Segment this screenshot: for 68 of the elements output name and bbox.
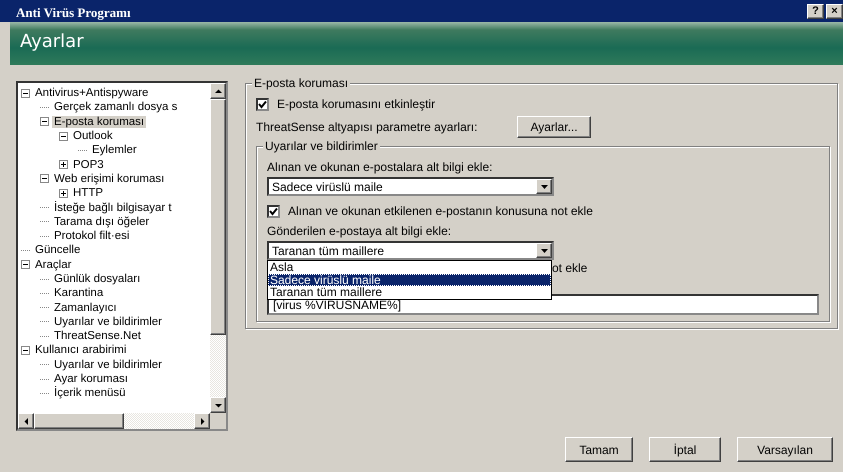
group-title: E-posta koruması — [252, 76, 350, 90]
tree-item[interactable]: İsteğe bağlı bilgisayar t — [52, 202, 174, 214]
tree-item[interactable]: POP3 — [71, 158, 106, 171]
scroll-down-button[interactable] — [210, 397, 226, 413]
tree-item[interactable]: Zamanlayıcı — [52, 302, 119, 314]
title-bar-button[interactable]: × — [826, 4, 843, 18]
tree-item[interactable]: Tarama dışı öğeler — [52, 216, 152, 228]
tree-item[interactable]: E-posta koruması — [52, 116, 146, 128]
dropdown[interactable]: Sadece virüslü maile — [267, 177, 554, 196]
checkbox-label: E-posta korumasını etkinleştir — [277, 97, 436, 111]
dialog-button[interactable]: Varsayılan — [737, 437, 833, 462]
field-label: Gönderilen e-postaya alt bilgi ekle: — [267, 224, 452, 238]
field-label: Alınan ve okunan e-postalara alt bilgi ekle: — [267, 160, 494, 174]
dialog-button[interactable]: İptal — [649, 437, 721, 462]
tree-item[interactable]: Günlük dosyaları — [52, 273, 142, 285]
scroll-left-button[interactable] — [18, 413, 34, 429]
group-title: Uyarılar ve bildirimler — [263, 139, 380, 153]
tree-item[interactable]: Protokol filt·esi — [52, 230, 132, 242]
collapse-icon[interactable] — [59, 132, 68, 141]
window-title: Anti Virüs Programı — [16, 4, 132, 20]
arrow-left-icon — [22, 418, 30, 424]
title-bar-button[interactable]: ? — [807, 4, 824, 18]
tree-item[interactable]: Web erişimi koruması — [52, 172, 166, 185]
dropdown-option[interactable]: Sadece virüslü maile — [268, 274, 551, 286]
checkbox[interactable] — [267, 204, 280, 218]
collapse-icon[interactable] — [21, 260, 30, 270]
tree-item[interactable]: Uyarılar ve bildirimler — [52, 316, 164, 328]
dropdown-value: Taranan tüm maillere — [271, 244, 386, 258]
dropdown-button[interactable] — [536, 179, 552, 194]
dialog-button[interactable]: Tamam — [565, 437, 633, 462]
arrow-up-icon — [214, 88, 222, 94]
dropdown-option[interactable]: Asla — [268, 261, 551, 274]
tree-item[interactable]: Eylemler — [90, 144, 139, 156]
tree-item[interactable]: Uyarılar ve bildirimler — [52, 358, 164, 371]
caret-icon — [540, 184, 548, 188]
arrow-down-icon — [214, 402, 222, 408]
dropdown-button[interactable] — [536, 243, 552, 258]
expand-icon[interactable] — [59, 188, 68, 198]
collapse-icon[interactable] — [40, 117, 49, 126]
scrollbar-thumb[interactable] — [210, 99, 226, 335]
collapse-icon[interactable] — [40, 174, 49, 184]
settings-button[interactable]: Ayarlar... — [517, 116, 591, 138]
checkbox-label: Alınan ve okunan etkilenen e-postanın konusuna not ekle — [288, 204, 593, 218]
scroll-up-button[interactable] — [210, 83, 226, 99]
tree-item[interactable]: İçerik menüsü — [52, 387, 128, 400]
expand-icon[interactable] — [59, 160, 68, 170]
header-title: Ayarlar — [20, 31, 84, 52]
scroll-right-button[interactable] — [194, 413, 210, 429]
tree-item[interactable]: ThreatSense.Net — [52, 330, 143, 342]
tree-item[interactable]: Karantina — [52, 287, 106, 300]
scrollbar-thumb[interactable] — [34, 413, 124, 429]
tree-item[interactable]: HTTP — [71, 187, 106, 200]
caret-icon — [540, 248, 548, 252]
checkbox[interactable] — [256, 98, 269, 110]
scrollbar-corner — [210, 413, 226, 429]
threatsense-label: ThreatSense altyapısı parametre ayarları: — [256, 120, 478, 134]
collapse-icon[interactable] — [21, 346, 30, 355]
arrow-right-icon — [198, 418, 206, 424]
tree-item[interactable]: Antivirus+Antispyware — [33, 87, 150, 100]
checkbox-label: ot ekle — [552, 260, 588, 277]
tree-item[interactable]: Araçlar — [33, 258, 74, 271]
tree-item[interactable]: Ayar koruması — [52, 373, 130, 386]
tree-item[interactable]: Outlook — [71, 130, 115, 142]
tree-item[interactable]: Kullanıcı arabirimi — [33, 344, 128, 356]
dropdown-value: Sadece virüslü maile — [271, 180, 384, 194]
tree-item[interactable]: Gerçek zamanlı dosya s — [52, 101, 180, 114]
collapse-icon[interactable] — [21, 88, 30, 98]
tree-item[interactable]: Güncelle — [33, 244, 82, 256]
